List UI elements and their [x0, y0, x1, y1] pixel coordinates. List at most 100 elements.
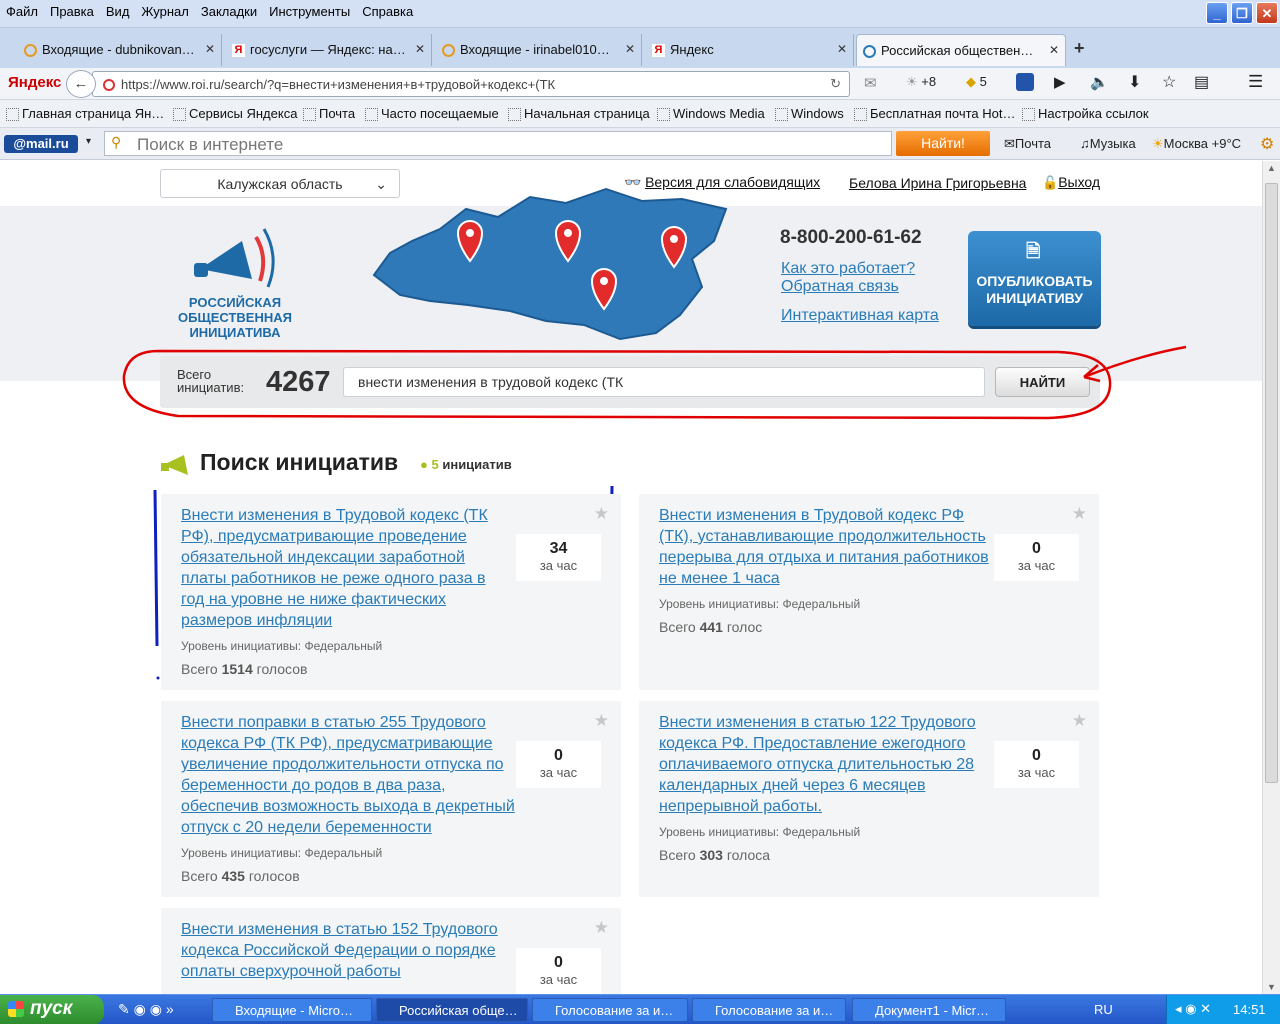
mail-link[interactable]: ✉Почта: [1004, 136, 1051, 152]
close-tab-icon[interactable]: ✕: [837, 42, 847, 56]
sun-icon: ☀: [906, 74, 918, 89]
megaphone-logo-icon[interactable]: [190, 219, 280, 289]
logout-link[interactable]: 🔓Выход: [1042, 174, 1100, 191]
initiative-title-link[interactable]: Внести изменения в статью 122 Трудового …: [659, 712, 991, 817]
speaker-icon[interactable]: 🔈: [1090, 73, 1109, 91]
star-icon[interactable]: ★: [1072, 504, 1087, 524]
counter-widget[interactable]: ◆ 5: [966, 74, 987, 90]
web-search-button[interactable]: Найти!: [896, 131, 990, 156]
taskbar-item[interactable]: Голосование за и…: [532, 998, 688, 1022]
initiative-total-votes: Всего 1514 голосов: [181, 661, 307, 677]
site-info-icon[interactable]: [103, 79, 115, 91]
taskbar-item[interactable]: Голосование за и…: [692, 998, 846, 1022]
back-button[interactable]: ←: [66, 70, 96, 98]
weather-widget[interactable]: ☀ +8: [906, 74, 936, 90]
tab-gosuslugi[interactable]: Ягосуслуги — Яндекс: на… ✕: [226, 34, 432, 66]
scroll-down-icon[interactable]: ▼: [1267, 982, 1276, 992]
web-search-input[interactable]: ⚲ Поиск в интернете: [104, 131, 892, 156]
menu-help[interactable]: Справка: [356, 0, 419, 19]
scrollbar-thumb[interactable]: [1265, 183, 1278, 783]
new-tab-button[interactable]: +: [1074, 38, 1085, 59]
how-it-works-link[interactable]: Как это работает?: [781, 260, 915, 278]
close-tab-icon[interactable]: ✕: [205, 42, 215, 56]
address-bar[interactable]: https://www.roi.ru/search/?q=внести+изме…: [92, 71, 850, 97]
logo-line: ИНИЦИАТИВА: [189, 325, 281, 340]
votes-per-hour: 34 за час: [516, 534, 601, 581]
tab-inbox-1[interactable]: Входящие - dubnikovan… ✕: [18, 34, 222, 66]
star-icon[interactable]: ★: [1072, 711, 1087, 731]
initiative-title-link[interactable]: Внести поправки в статью 255 Трудового к…: [181, 712, 515, 838]
feedback-link[interactable]: Обратная связь: [781, 278, 899, 296]
star-icon[interactable]: ★: [594, 918, 609, 938]
menu-history[interactable]: Журнал: [135, 0, 194, 19]
bookmark-item[interactable]: Настройка ссылок: [1022, 106, 1149, 121]
scroll-up-icon[interactable]: ▲: [1267, 163, 1276, 173]
bookmark-item[interactable]: Главная страница Ян…: [6, 106, 164, 121]
close-tab-icon[interactable]: ✕: [415, 42, 425, 56]
taskbar-item-active[interactable]: Российская обще…: [376, 998, 528, 1022]
taskbar-item[interactable]: Документ1 - Micr…: [852, 998, 1006, 1022]
menu-icon[interactable]: ☰: [1248, 72, 1263, 92]
play-icon[interactable]: ▶: [1054, 73, 1066, 91]
music-link[interactable]: ♫Музыка: [1080, 136, 1136, 151]
bookmark-item[interactable]: Сервисы Яндекса: [173, 106, 297, 121]
user-name-link[interactable]: Белова Ирина Григорьевна: [849, 175, 1026, 191]
start-button[interactable]: пуск: [0, 995, 104, 1024]
chevron-down-icon[interactable]: ▾: [86, 136, 91, 147]
minimize-button[interactable]: _: [1206, 2, 1228, 24]
star-icon[interactable]: ★: [594, 711, 609, 731]
settings-gear-icon[interactable]: ⚙: [1260, 134, 1274, 154]
site-logo-text[interactable]: РОССИЙСКАЯ ОБЩЕСТВЕННАЯ ИНИЦИАТИВА: [170, 295, 300, 340]
bookmark-item[interactable]: Windows: [775, 106, 844, 121]
tab-label: Входящие - irinabel010…: [460, 42, 610, 57]
initiative-card: Внести изменения в статью 122 Трудового …: [639, 701, 1099, 897]
windows-logo-icon: [8, 1001, 24, 1017]
interactive-map-link[interactable]: Интерактивная карта: [781, 307, 939, 325]
maximize-button[interactable]: ❐: [1231, 2, 1253, 24]
bookmark-item[interactable]: Бесплатная почта Hot…: [854, 106, 1015, 121]
weather-link[interactable]: ☀Москва +9°C: [1152, 136, 1241, 152]
initiative-title-link[interactable]: Внести изменения в Трудовой кодекс РФ (Т…: [659, 505, 991, 589]
reload-icon[interactable]: ↻: [830, 76, 841, 92]
bookmark-star-icon[interactable]: ☆: [1162, 72, 1176, 92]
initiative-title-link[interactable]: Внести изменения в статью 152 Трудового …: [181, 919, 513, 982]
yandex-brand[interactable]: Яндекс: [8, 74, 61, 91]
bookmark-item[interactable]: Почта: [303, 106, 355, 121]
initiative-total-votes: Всего 303 голоса: [659, 847, 770, 863]
bookmark-item[interactable]: Начальная страница: [508, 106, 650, 121]
close-window-button[interactable]: ✕: [1256, 2, 1278, 24]
download-icon[interactable]: ⬇: [1128, 72, 1141, 92]
mail-label: Почта: [1014, 136, 1052, 151]
web-search-placeholder: Поиск в интернете: [137, 135, 284, 154]
menu-file[interactable]: Файл: [0, 0, 44, 19]
clipboard-icon[interactable]: ▤: [1194, 72, 1209, 92]
taskbar-item[interactable]: Входящие - Micro…: [212, 998, 372, 1022]
tab-inbox-2[interactable]: Входящие - irinabel010… ✕: [436, 34, 642, 66]
tray-icons[interactable]: ◂ ◉ ✕: [1175, 1001, 1211, 1017]
mailru-logo[interactable]: @mail.ru: [4, 135, 78, 153]
tab-roi-active[interactable]: Российская обществен… ✕: [856, 34, 1066, 66]
menu-bookmarks[interactable]: Закладки: [195, 0, 263, 19]
start-label: пуск: [30, 998, 73, 1019]
menu-edit[interactable]: Правка: [44, 0, 100, 19]
bookmark-item[interactable]: Часто посещаемые: [365, 106, 499, 121]
star-icon[interactable]: ★: [594, 504, 609, 524]
megaphone-icon: [160, 451, 194, 477]
quicklaunch-icons[interactable]: ✎ ◉ ◉ »: [118, 1001, 174, 1018]
publish-initiative-button[interactable]: 🗎 ОПУБЛИКОВАТЬ ИНИЦИАТИВУ: [968, 231, 1101, 326]
page-scrollbar[interactable]: ▲ ▼: [1262, 161, 1280, 994]
close-tab-icon[interactable]: ✕: [625, 42, 635, 56]
total-value: 441: [699, 619, 723, 635]
weather-label: Москва +9°C: [1163, 136, 1242, 151]
bookmark-item[interactable]: Windows Media: [657, 106, 765, 121]
menu-view[interactable]: Вид: [100, 0, 136, 19]
region-select[interactable]: Калужская область ⌄: [160, 169, 400, 198]
close-tab-icon[interactable]: ✕: [1049, 43, 1059, 57]
menu-tools[interactable]: Инструменты: [263, 0, 356, 19]
language-indicator[interactable]: RU: [1094, 1002, 1113, 1017]
initiative-title-link[interactable]: Внести изменения в Трудовой кодекс (ТК Р…: [181, 505, 513, 631]
mailru-agent-icon[interactable]: [1016, 73, 1034, 91]
mail-icon[interactable]: ✉: [864, 74, 877, 92]
tab-yandex[interactable]: Я Яндекс ✕: [646, 34, 854, 66]
russia-map-illustration[interactable]: [370, 183, 735, 348]
